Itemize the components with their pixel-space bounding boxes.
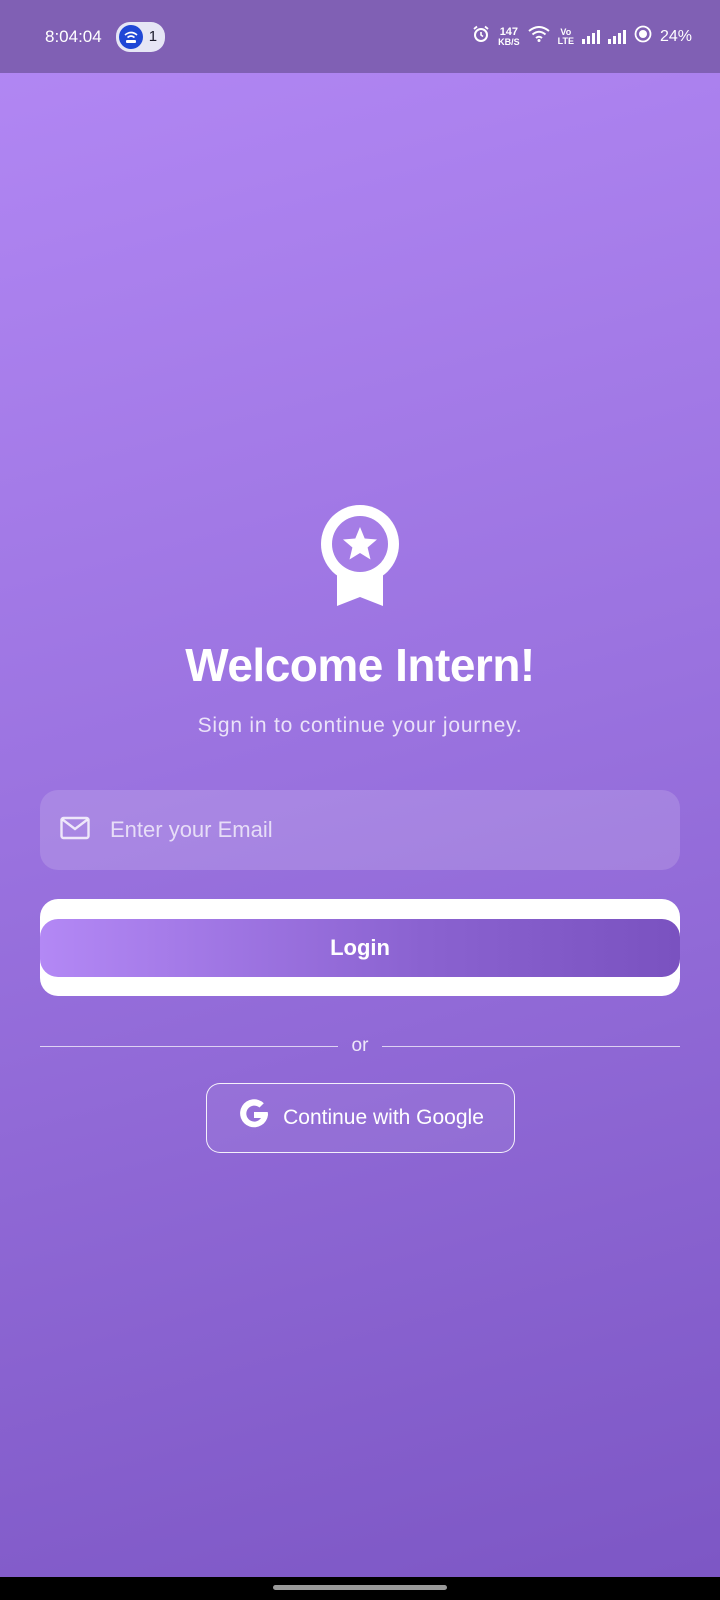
divider-line-right [382, 1045, 680, 1047]
email-input[interactable] [110, 817, 630, 843]
volte-indicator: Vo LTE [557, 27, 574, 46]
net-speed-value: 147 [499, 25, 519, 38]
or-divider: or [40, 1034, 680, 1058]
notification-count: 1 [148, 28, 158, 45]
wifi-icon [528, 26, 550, 47]
status-left: 8:04:04 1 [45, 21, 166, 52]
page-subtitle: Sign in to continue your journey. [197, 714, 523, 737]
battery-level: 24% [659, 27, 692, 45]
mail-icon [60, 816, 90, 845]
status-right: 147 KB/S Vo LTE 24% [472, 25, 692, 48]
login-button-container[interactable]: Login [40, 899, 680, 996]
page-title: Welcome Intern! [185, 639, 535, 691]
clock: 8:04:04 [45, 26, 102, 46]
alarm-icon [472, 25, 490, 48]
google-g-icon [237, 1098, 271, 1138]
home-gesture-handle[interactable] [273, 1585, 447, 1590]
divider-text: or [351, 1035, 369, 1056]
battery-icon [634, 25, 652, 48]
divider-line-left [40, 1045, 338, 1047]
award-badge-icon [321, 505, 399, 606]
login-button[interactable]: Login [40, 919, 680, 977]
signal-2-icon [607, 29, 626, 44]
net-speed: 147 KB/S [498, 25, 520, 47]
email-field[interactable] [40, 790, 680, 870]
notification-pill[interactable]: 1 [115, 21, 166, 52]
google-button-label: Continue with Google [283, 1106, 484, 1129]
volte-bottom: LTE [557, 35, 574, 46]
net-speed-unit: KB/S [498, 36, 520, 47]
google-signin-button[interactable]: Continue with Google [206, 1083, 515, 1153]
status-bar: 8:04:04 1 147 KB/S Vo LTE 24% [0, 0, 720, 73]
signal-1-icon [581, 29, 600, 44]
hotspot-icon [118, 24, 143, 49]
